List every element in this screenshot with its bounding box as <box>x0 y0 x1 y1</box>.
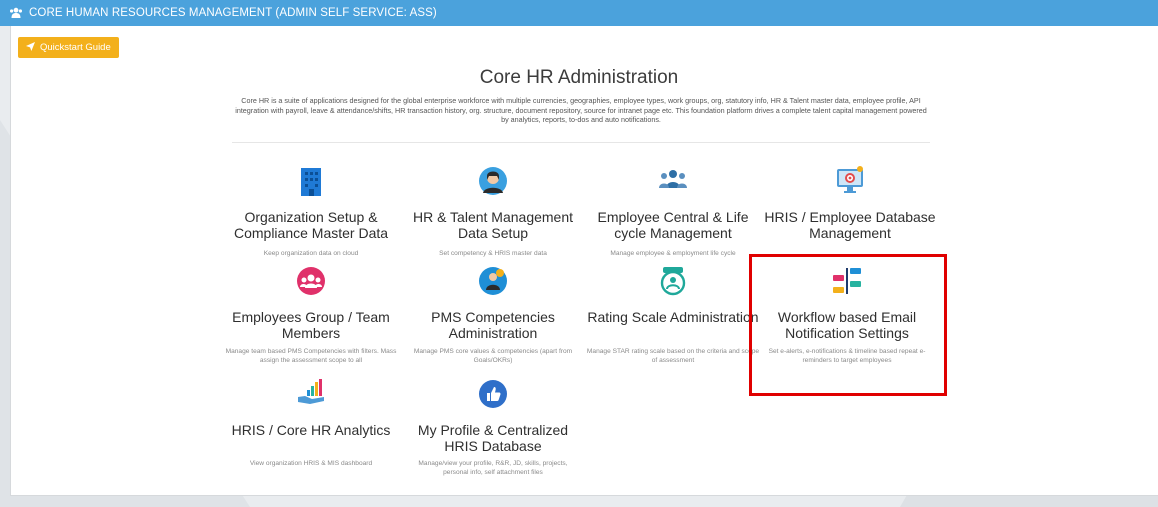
tile-title: My Profile & Centralized HRIS Database <box>417 422 569 454</box>
module-header: CORE HUMAN RESOURCES MANAGEMENT (ADMIN S… <box>0 0 1158 26</box>
tile-hr-talent-setup[interactable]: HR & Talent Management Data Setup Set co… <box>405 166 581 262</box>
tile-organization-setup[interactable]: Organization Setup & Compliance Master D… <box>223 166 399 262</box>
person-avatar-icon <box>405 166 581 196</box>
rating-badge-icon <box>585 266 761 296</box>
users-icon <box>9 7 23 19</box>
tile-title: Employee Central & Life cycle Management <box>597 209 749 241</box>
tile-description: View organization HRIS & MIS dashboard <box>249 460 373 467</box>
tile-hris-employee-database[interactable]: HRIS / Employee Database Management <box>762 166 938 262</box>
tile-description: Manage employee & employment life cycle <box>610 250 736 257</box>
page-title: Core HR Administration <box>479 67 679 88</box>
tile-description: Manage STAR rating scale based on the cr… <box>586 348 760 364</box>
tile-my-profile[interactable]: My Profile & Centralized HRIS Database M… <box>405 379 581 479</box>
highlight-box <box>749 254 947 396</box>
page-description: Core HR is a suite of applications desig… <box>235 96 927 125</box>
competency-badge-icon <box>405 266 581 296</box>
module-title: CORE HUMAN RESOURCES MANAGEMENT (ADMIN S… <box>29 7 437 19</box>
tile-title: HRIS / Employee Database Management <box>764 209 936 241</box>
team-circle-icon <box>223 266 399 296</box>
tile-title: PMS Competencies Administration <box>431 309 555 341</box>
tile-description: Manage team based PMS Competencies with … <box>225 348 397 364</box>
quickstart-guide-button[interactable]: Quickstart Guide <box>18 37 119 58</box>
tile-description: Keep organization data on cloud <box>263 250 359 257</box>
building-icon <box>223 166 399 196</box>
tile-employee-central[interactable]: Employee Central & Life cycle Management… <box>585 166 761 262</box>
tile-title: Employees Group / Team Members <box>232 309 390 341</box>
tile-description: Manage/view your profile, R&R, JD, skill… <box>418 460 568 476</box>
tile-title: HRIS / Core HR Analytics <box>231 422 391 438</box>
tile-description: Manage PMS core values & competencies (a… <box>413 348 573 364</box>
quickstart-guide-label: Quickstart Guide <box>40 42 111 53</box>
paper-plane-icon <box>26 41 35 54</box>
tile-employees-group[interactable]: Employees Group / Team Members Manage te… <box>223 266 399 376</box>
tile-title: Organization Setup & Compliance Master D… <box>233 209 389 241</box>
monitor-target-icon <box>762 166 938 196</box>
thumbs-up-icon <box>405 379 581 409</box>
tile-description: Set competency & HRIS master data <box>439 250 547 257</box>
divider <box>232 142 930 143</box>
tile-rating-scale[interactable]: Rating Scale Administration Manage STAR … <box>585 266 761 376</box>
people-group-icon <box>585 166 761 196</box>
tile-pms-competencies[interactable]: PMS Competencies Administration Manage P… <box>405 266 581 376</box>
tile-title: HR & Talent Management Data Setup <box>412 209 574 241</box>
analytics-hand-icon <box>223 379 399 409</box>
tile-hris-analytics[interactable]: HRIS / Core HR Analytics View organizati… <box>223 379 399 479</box>
tile-title: Rating Scale Administration <box>587 309 759 325</box>
